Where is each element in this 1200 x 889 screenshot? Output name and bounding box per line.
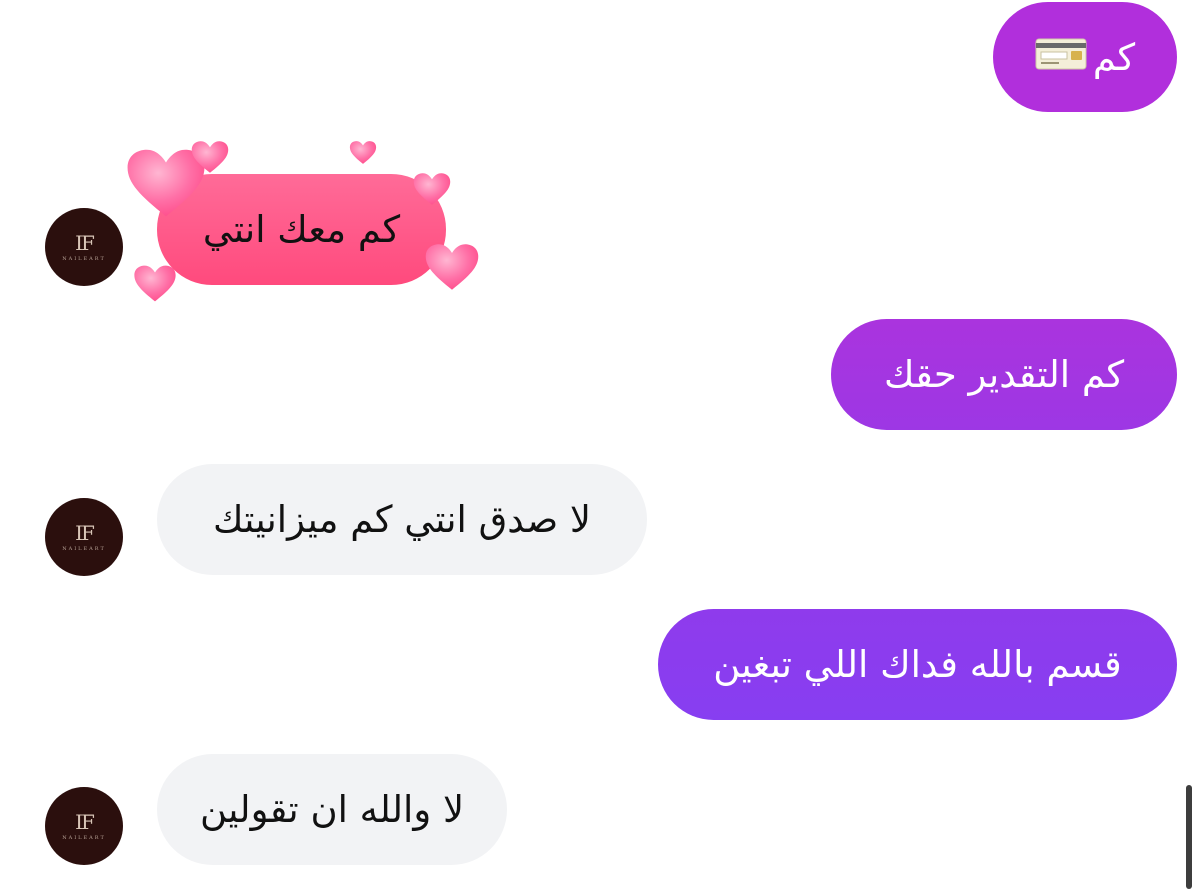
heart-icon: [425, 244, 479, 290]
message-bubble-incoming[interactable]: لا صدق انتي كم ميزانيتك: [157, 464, 647, 575]
avatar-monogram: IF: [75, 809, 95, 834]
avatar-wordmark: NAILEART: [62, 545, 106, 552]
message-bubble-outgoing[interactable]: كم التقدير حقك: [831, 319, 1177, 430]
message-bubble-incoming[interactable]: لا والله ان تقولين: [157, 754, 507, 865]
heart-icon: [191, 141, 229, 173]
message-text: لا صدق انتي كم ميزانيتك: [213, 498, 592, 541]
avatar-monogram: IF: [75, 230, 95, 255]
heart-icon: [349, 141, 377, 164]
heart-icon: [413, 173, 451, 205]
avatar-wordmark: NAILEART: [62, 834, 106, 841]
message-text: لا والله ان تقولين: [199, 788, 465, 831]
message-text: كم معك انتي: [202, 208, 401, 251]
message-text: قسم بالله فداك اللي تبغين: [713, 643, 1122, 686]
message-bubble-outgoing[interactable]: قسم بالله فداك اللي تبغين: [658, 609, 1177, 720]
message-text: كم: [1092, 35, 1136, 79]
avatar[interactable]: IF NAILEART: [45, 498, 123, 576]
message-text: كم التقدير حقك: [883, 353, 1125, 396]
scrollbar-thumb[interactable]: [1186, 785, 1192, 889]
chat-thread: كم IF NAILEART كم معك انتي كم التقدير حق…: [0, 0, 1200, 889]
avatar-wordmark: NAILEART: [62, 255, 106, 262]
avatar[interactable]: IF NAILEART: [45, 208, 123, 286]
avatar-monogram: IF: [75, 520, 95, 545]
avatar[interactable]: IF NAILEART: [45, 787, 123, 865]
credit-card-icon: [1035, 38, 1087, 76]
heart-icon: [134, 265, 176, 302]
message-bubble-outgoing[interactable]: كم: [993, 2, 1177, 112]
